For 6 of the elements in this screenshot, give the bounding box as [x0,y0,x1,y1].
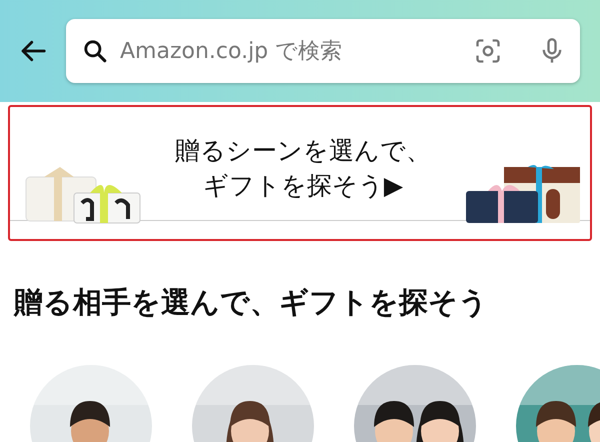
gift-scene-banner[interactable]: 贈るシーンを選んで、 ギフトを探そう▶ [8,105,592,241]
banner-text: 贈るシーンを選んで、 ギフトを探そう▶ [175,135,431,202]
search-bar[interactable]: Amazon.co.jp で検索 [66,19,580,83]
section-title: 贈る相手を選んで、ギフトを探そう [14,284,489,321]
search-icon [82,38,108,64]
camera-icon[interactable] [474,37,502,65]
